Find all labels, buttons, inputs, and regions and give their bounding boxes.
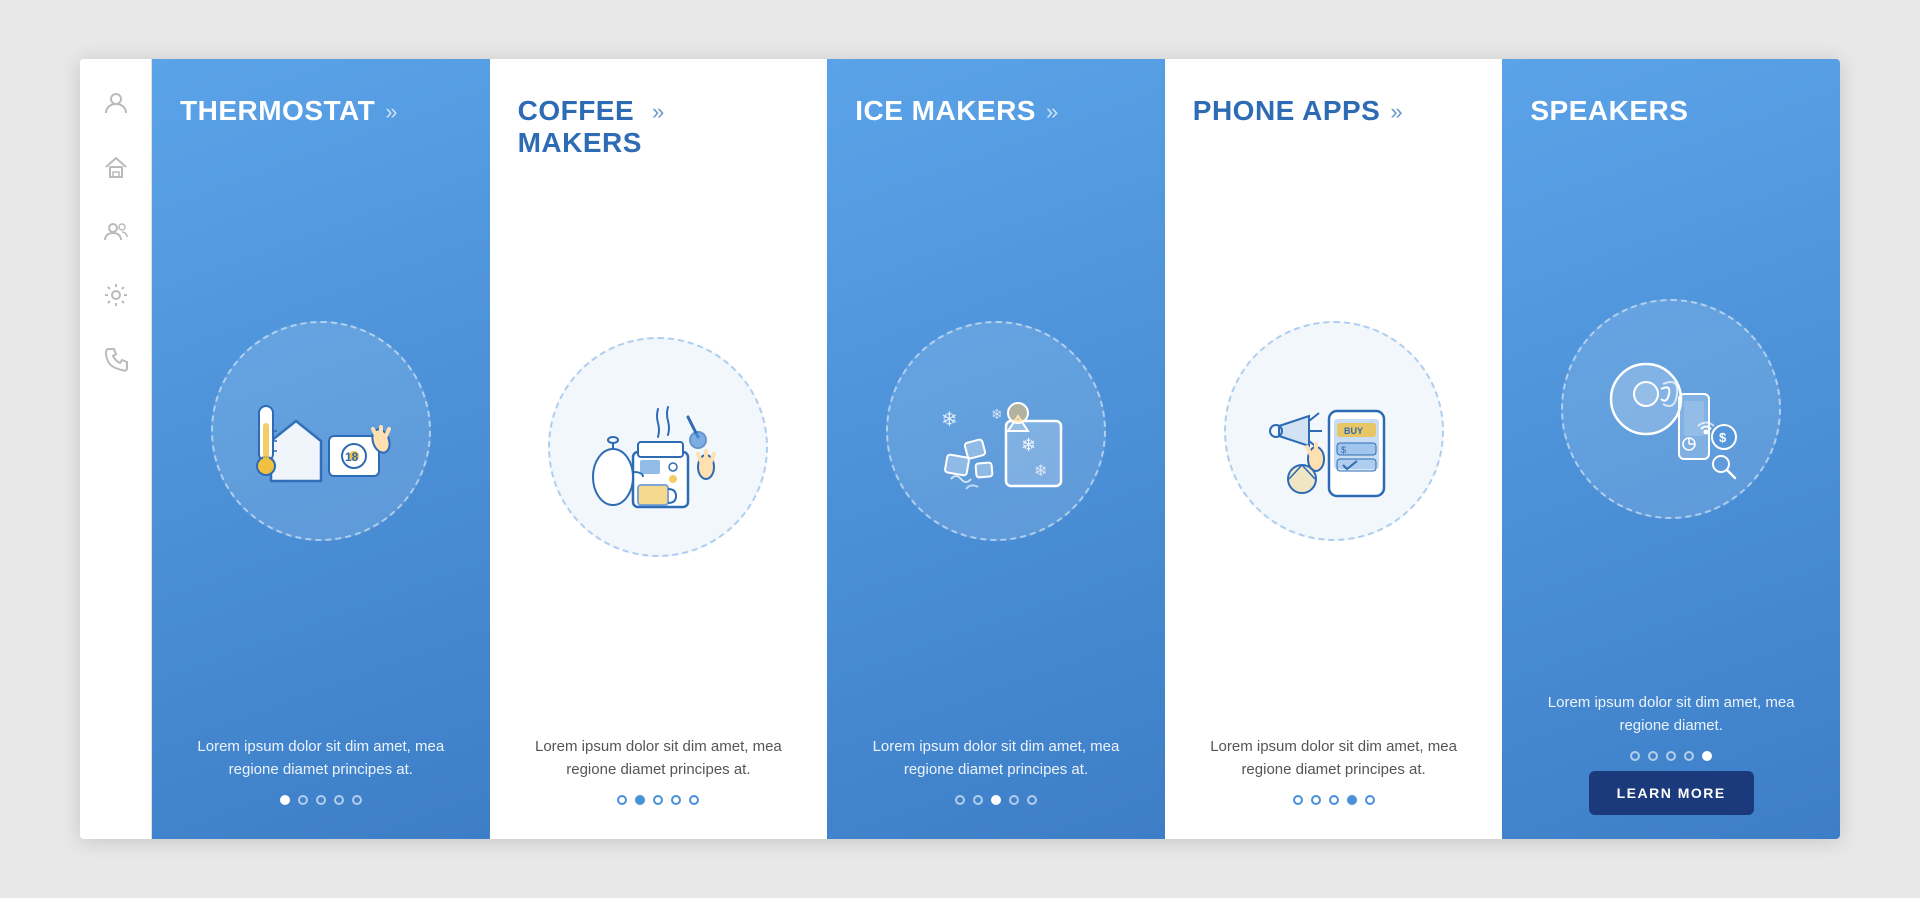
card-header-ice: ICE MAKERS » [827, 59, 1165, 147]
svg-text:$: $ [1719, 430, 1727, 445]
card-title-speakers: SPEAKERS [1530, 95, 1688, 127]
card-title-phone: PHONE APPS [1193, 95, 1381, 127]
card-bottom-coffee: Lorem ipsum dolor sit dim amet, mea regi… [490, 715, 828, 840]
card-coffee-makers: COFFEEMAKERS » [490, 59, 828, 839]
card-header-speakers: SPEAKERS [1502, 59, 1840, 147]
card-illustration-ice: ❄ ❄ ❄ ❄ [827, 147, 1165, 714]
card-description-phone: Lorem ipsum dolor sit dim amet, mea regi… [1193, 735, 1475, 782]
phone-icon[interactable] [102, 345, 130, 373]
svg-text:❄: ❄ [941, 409, 958, 431]
dot-4[interactable] [1684, 751, 1694, 761]
card-header-thermostat: THERMOSTAT » [152, 59, 490, 147]
card-bottom-ice: Lorem ipsum dolor sit dim amet, mea regi… [827, 715, 1165, 840]
card-title-ice: ICE MAKERS [855, 95, 1036, 127]
card-description-speakers: Lorem ipsum dolor sit dim amet, mea regi… [1530, 691, 1812, 738]
svg-text:❄: ❄ [991, 406, 1003, 422]
dot-2[interactable] [973, 795, 983, 805]
dots-row-thermostat [180, 795, 462, 805]
svg-text:❄: ❄ [1034, 463, 1047, 480]
dot-2[interactable] [298, 795, 308, 805]
card-phone-apps: PHONE APPS » BUY $ [1165, 59, 1503, 839]
illustration-circle-thermostat: 18 [211, 321, 431, 541]
card-bottom-phone: Lorem ipsum dolor sit dim amet, mea regi… [1165, 715, 1503, 840]
svg-text:18: 18 [345, 450, 359, 464]
dot-2[interactable] [1648, 751, 1658, 761]
card-description-coffee: Lorem ipsum dolor sit dim amet, mea regi… [518, 735, 800, 782]
card-header-coffee: COFFEEMAKERS » [490, 59, 828, 179]
user-icon[interactable] [102, 89, 130, 117]
dot-3[interactable] [653, 795, 663, 805]
dot-1[interactable] [617, 795, 627, 805]
dot-5[interactable] [689, 795, 699, 805]
card-arrow-ice: » [1046, 99, 1058, 125]
card-description-thermostat: Lorem ipsum dolor sit dim amet, mea regi… [180, 735, 462, 782]
card-bottom-speakers: Lorem ipsum dolor sit dim amet, mea regi… [1502, 671, 1840, 840]
card-illustration-coffee [490, 179, 828, 714]
svg-text:BUY: BUY [1344, 426, 1363, 436]
card-arrow-thermostat: » [385, 99, 397, 125]
contacts-icon[interactable] [102, 217, 130, 245]
dot-5[interactable] [1365, 795, 1375, 805]
card-description-ice: Lorem ipsum dolor sit dim amet, mea regi… [855, 735, 1137, 782]
card-bottom-thermostat: Lorem ipsum dolor sit dim amet, mea regi… [152, 715, 490, 840]
card-speakers: SPEAKERS [1502, 59, 1840, 839]
dots-row-coffee [518, 795, 800, 805]
dot-4[interactable] [1347, 795, 1357, 805]
dot-2[interactable] [635, 795, 645, 805]
card-header-phone: PHONE APPS » [1165, 59, 1503, 147]
card-title-thermostat: THERMOSTAT [180, 95, 375, 127]
dot-4[interactable] [1009, 795, 1019, 805]
dot-3[interactable] [1666, 751, 1676, 761]
settings-icon[interactable] [102, 281, 130, 309]
dots-row-phone [1193, 795, 1475, 805]
dot-4[interactable] [334, 795, 344, 805]
dot-5[interactable] [1702, 751, 1712, 761]
card-illustration-speakers: $ [1502, 147, 1840, 670]
illustration-circle-coffee [548, 337, 768, 557]
dot-4[interactable] [671, 795, 681, 805]
sidebar [80, 59, 152, 839]
dot-5[interactable] [1027, 795, 1037, 805]
card-ice-makers: ICE MAKERS » ❄ ❄ [827, 59, 1165, 839]
dot-1[interactable] [280, 795, 290, 805]
svg-text:❄: ❄ [1021, 435, 1036, 455]
card-title-coffee: COFFEEMAKERS [518, 95, 642, 159]
card-illustration-phone: BUY $ [1165, 147, 1503, 714]
home-icon[interactable] [102, 153, 130, 181]
dot-5[interactable] [352, 795, 362, 805]
dot-1[interactable] [955, 795, 965, 805]
dot-3[interactable] [1329, 795, 1339, 805]
cards-container: THERMOSTAT » [152, 59, 1840, 839]
card-thermostat: THERMOSTAT » [152, 59, 490, 839]
illustration-circle-speakers: $ [1561, 299, 1781, 519]
illustration-circle-ice: ❄ ❄ ❄ ❄ [886, 321, 1106, 541]
illustration-circle-phone: BUY $ [1224, 321, 1444, 541]
dots-row-ice [855, 795, 1137, 805]
svg-text:$: $ [1341, 445, 1346, 455]
dot-2[interactable] [1311, 795, 1321, 805]
main-container: THERMOSTAT » [80, 59, 1840, 839]
card-illustration-thermostat: 18 [152, 147, 490, 714]
dots-row-speakers [1530, 751, 1812, 761]
card-arrow-phone: » [1390, 99, 1402, 125]
dot-1[interactable] [1630, 751, 1640, 761]
dot-3[interactable] [316, 795, 326, 805]
learn-more-button[interactable]: LEARN MORE [1589, 771, 1754, 815]
card-arrow-coffee: » [652, 99, 664, 125]
dot-3[interactable] [991, 795, 1001, 805]
dot-1[interactable] [1293, 795, 1303, 805]
